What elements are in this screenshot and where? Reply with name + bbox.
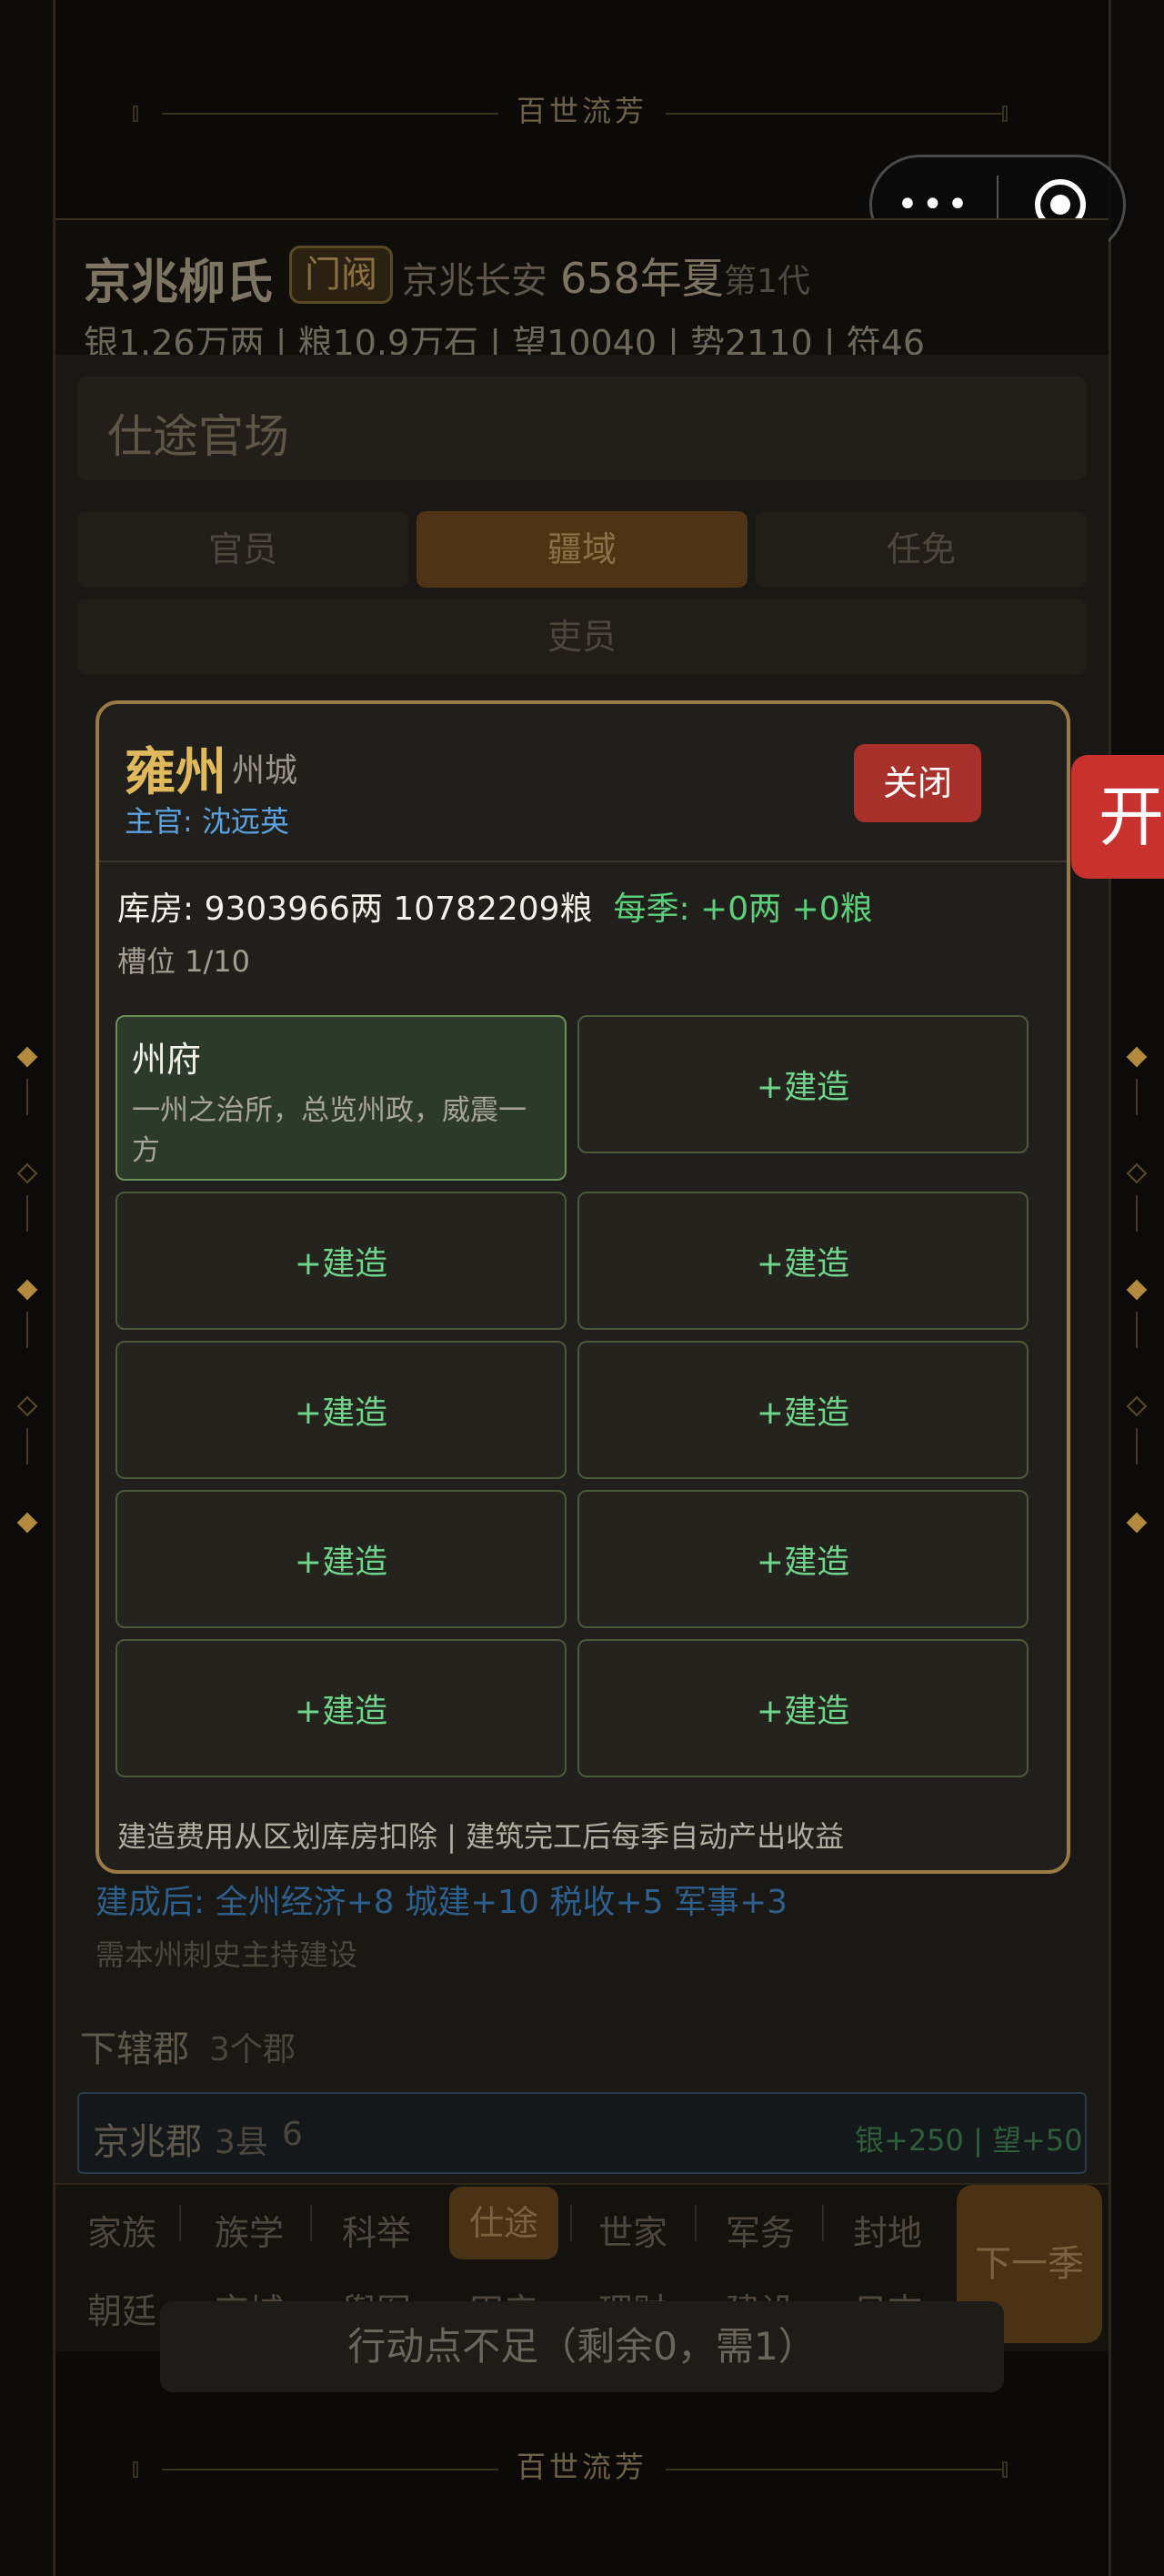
nav-divider [179, 2205, 181, 2241]
bg-sub-header: 下辖郡 [80, 2028, 189, 2070]
treasury-season-income: 每季: +0两 +0粮 [613, 891, 873, 928]
build-slot-6[interactable]: +建造 [577, 1341, 1029, 1479]
commandery-count: 3县 [215, 2124, 268, 2161]
right-side-decoration [1126, 1037, 1148, 1546]
modal-footer-note: 建造费用从区划库房扣除 | 建筑完工后每季自动产出收益 [117, 1819, 845, 1854]
open-side-tab[interactable]: 开 [1071, 755, 1164, 879]
build-slot-4[interactable]: +建造 [577, 1192, 1029, 1330]
bg-after-build: 建成后: 全州经济+8 城建+10 税收+5 军事+3 [95, 1884, 788, 1921]
banner-title: 百世流芳 [497, 2444, 666, 2486]
banner-title: 百世流芳 [497, 88, 666, 130]
tab-appointment[interactable]: 任免 [756, 511, 1087, 588]
clan-location: 京兆长安 [402, 260, 547, 302]
nav-divider [310, 2205, 312, 2241]
commandery-extra: 6 [282, 2116, 303, 2153]
build-label: +建造 [294, 1394, 388, 1432]
build-label: +建造 [294, 1245, 388, 1283]
build-label: +建造 [756, 1069, 850, 1106]
nav-military[interactable]: 军务 [706, 2205, 815, 2255]
tab-territory[interactable]: 疆域 [416, 511, 748, 588]
banner-end-mark [1002, 106, 1008, 122]
build-label: +建造 [756, 1693, 850, 1730]
banner-end-mark [133, 106, 138, 122]
build-label: +建造 [756, 1544, 850, 1581]
build-slot-2[interactable]: +建造 [577, 1015, 1029, 1153]
bg-requirement: 需本州刺史主持建设 [95, 1937, 358, 1972]
clan-name: 京兆柳氏 [84, 256, 274, 310]
clan-year: 658年夏 [560, 254, 724, 303]
nav-divider [695, 2205, 697, 2241]
build-label: +建造 [756, 1394, 850, 1432]
treasury-line: 库房: 9303966两 10782209粮 每季: +0两 +0粮 [117, 882, 873, 930]
build-slot-5[interactable]: +建造 [115, 1341, 567, 1479]
build-label: +建造 [756, 1245, 850, 1283]
region-official: 主官: 沈远英 [125, 804, 289, 839]
nav-divider [822, 2205, 824, 2241]
build-label: +建造 [294, 1693, 388, 1730]
region-name: 雍州 [125, 743, 226, 802]
clan-generation: 第1代 [724, 263, 810, 300]
modal-divider [99, 860, 1067, 862]
nav-exam[interactable]: 科举 [322, 2205, 431, 2255]
build-slot-7[interactable]: +建造 [115, 1490, 567, 1628]
nav-clan-school[interactable]: 族学 [195, 2205, 304, 2255]
treasury-amount: 库房: 9303966两 10782209粮 [117, 891, 593, 928]
banner-end-mark [133, 2461, 138, 2478]
build-slot-9[interactable]: +建造 [115, 1639, 567, 1777]
nav-noble-houses[interactable]: 世家 [578, 2205, 687, 2255]
nav-family[interactable]: 家族 [67, 2205, 176, 2255]
building-desc: 一州之治所，总览州政，威震一方 [132, 1094, 527, 1167]
nav-divider [570, 2205, 572, 2241]
commandery-name: 京兆郡 [93, 2121, 202, 2163]
slot-count: 槽位 1/10 [117, 944, 251, 979]
build-slot-10[interactable]: +建造 [577, 1639, 1029, 1777]
nav-career[interactable]: 仕途 [449, 2187, 558, 2259]
left-side-decoration [16, 1037, 38, 1546]
build-slot-3[interactable]: +建造 [115, 1192, 567, 1330]
clan-rank-badge: 门阀 [289, 246, 393, 304]
bg-sub-count: 3个郡 [209, 2031, 296, 2068]
section-title: 仕途官场 [107, 410, 289, 463]
building-name: 州府 [132, 1040, 202, 1080]
region-type: 州城 [232, 752, 298, 790]
commandery-income: 银+250 | 望+50 [855, 2123, 1083, 2158]
nav-fief[interactable]: 封地 [833, 2205, 942, 2255]
tab-officials[interactable]: 官员 [77, 511, 408, 588]
bottom-banner: 百世流芳 [53, 2356, 1111, 2574]
building-slot-1[interactable]: 州府 一州之治所，总览州政，威震一方 [115, 1015, 567, 1181]
region-modal: 雍州 州城 主官: 沈远英 关闭 库房: 9303966两 10782209粮 … [95, 700, 1070, 1874]
tab-clerks[interactable]: 吏员 [77, 599, 1087, 675]
banner-end-mark [1002, 2461, 1008, 2478]
close-button[interactable]: 关闭 [854, 744, 981, 822]
build-label: +建造 [294, 1544, 388, 1581]
build-slot-8[interactable]: +建造 [577, 1490, 1029, 1628]
